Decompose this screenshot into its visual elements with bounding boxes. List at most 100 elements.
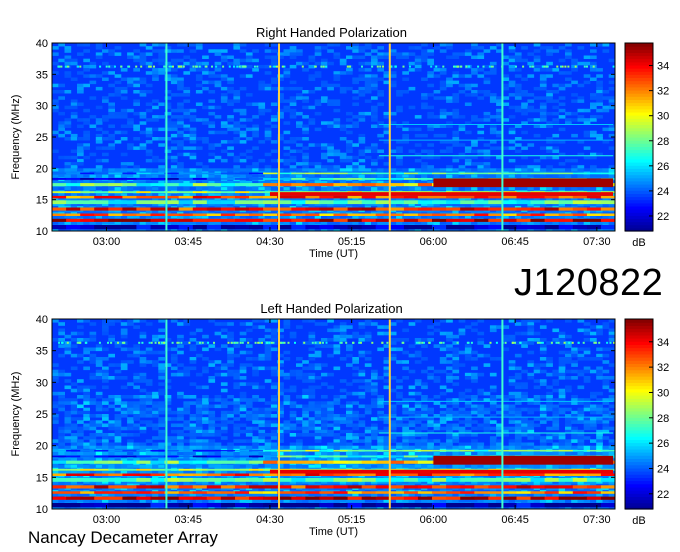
noise-cell [170, 221, 178, 226]
rfi-band [249, 183, 264, 187]
noise-cell [152, 71, 159, 75]
noise-cell [239, 74, 247, 78]
rfi-band [108, 200, 123, 205]
noise-cell [521, 187, 528, 191]
noise-cell [108, 420, 115, 424]
noise-cell [239, 363, 247, 367]
noise-cell [177, 174, 184, 179]
noise-cell [233, 385, 241, 390]
noise-cell [552, 111, 560, 116]
noise-cell [89, 398, 97, 402]
noise-cell [333, 221, 341, 226]
noise-cell [145, 395, 153, 399]
noise-cell [170, 174, 178, 179]
rfi-band [389, 207, 405, 211]
noise-cell [64, 187, 72, 191]
noise-cell [214, 80, 222, 85]
noise-cell [77, 152, 84, 157]
noise-cell [521, 108, 528, 113]
noise-cell [396, 52, 403, 56]
rfi-band [136, 200, 151, 205]
noise-cell [527, 221, 535, 226]
noise-cell [195, 43, 203, 47]
rfi-band [403, 195, 419, 199]
noise-cell [158, 137, 165, 141]
noise-cell [83, 347, 90, 352]
noise-cell [252, 174, 259, 179]
noise-cell [133, 414, 140, 418]
rfi-band [319, 183, 334, 187]
noise-cell [145, 379, 153, 383]
rfi-band [586, 172, 602, 175]
noise-cell [546, 74, 553, 78]
rfi-band [108, 183, 123, 187]
noise-cell [552, 118, 560, 122]
noise-cell [120, 115, 128, 119]
rfi-band [544, 172, 560, 175]
noise-cell [70, 382, 78, 386]
rfi-band [389, 225, 405, 230]
noise-cell [571, 187, 578, 191]
noise-cell [195, 90, 203, 94]
rfi-band [136, 178, 151, 180]
x-tick-label: 06:00 [420, 236, 448, 248]
noise-cell [270, 58, 278, 63]
noise-cell [245, 174, 253, 179]
noise-cell [446, 46, 453, 50]
noise-cell [108, 108, 115, 113]
noise-cell [358, 133, 366, 138]
noise-cell [252, 395, 259, 399]
noise-cell [283, 130, 291, 135]
noise-cell [364, 61, 372, 66]
rfi-speck [556, 65, 559, 68]
noise-cell [339, 61, 347, 66]
noise-cell [352, 115, 359, 119]
noise-cell [114, 376, 122, 380]
noise-cell [283, 187, 291, 191]
noise-cell [145, 382, 153, 386]
rfi-band [269, 192, 614, 196]
rfi-band [178, 172, 194, 175]
noise-cell [177, 108, 184, 113]
noise-cell [371, 49, 378, 53]
noise-cell [483, 174, 491, 179]
noise-cell [58, 168, 65, 172]
noise-cell [220, 401, 228, 405]
noise-cell [183, 115, 191, 119]
noise-cell [477, 124, 485, 128]
noise-cell [139, 379, 147, 383]
noise-cell [195, 410, 203, 415]
noise-cell [439, 86, 447, 91]
noise-cell [145, 221, 153, 226]
noise-cell [133, 168, 140, 172]
noise-cell [177, 118, 184, 122]
noise-cell [195, 61, 203, 66]
noise-cell [83, 74, 90, 78]
rfi-band [291, 218, 306, 222]
noise-cell [114, 395, 122, 399]
noise-cell [145, 407, 153, 412]
noise-cell [189, 155, 197, 160]
noise-cell [220, 429, 228, 434]
noise-cell [533, 133, 541, 138]
rfi-band [474, 195, 489, 199]
noise-cell [189, 115, 197, 119]
noise-cell [108, 464, 115, 469]
noise-cell [133, 407, 140, 412]
rfi-band [460, 195, 475, 199]
noise-cell [214, 445, 222, 450]
noise-cell [577, 165, 585, 169]
noise-cell [83, 436, 90, 440]
rfi-band [249, 225, 264, 230]
noise-cell [571, 118, 578, 122]
rfi-band [586, 225, 602, 230]
noise-cell [214, 187, 222, 191]
y-tick-label: 15 [36, 195, 48, 207]
noise-cell [114, 140, 122, 144]
noise-cell [170, 436, 178, 440]
rfi-band [586, 200, 602, 205]
noise-cell [314, 71, 322, 75]
noise-cell [64, 124, 72, 128]
rfi-speck [153, 65, 155, 68]
noise-cell [289, 140, 297, 144]
